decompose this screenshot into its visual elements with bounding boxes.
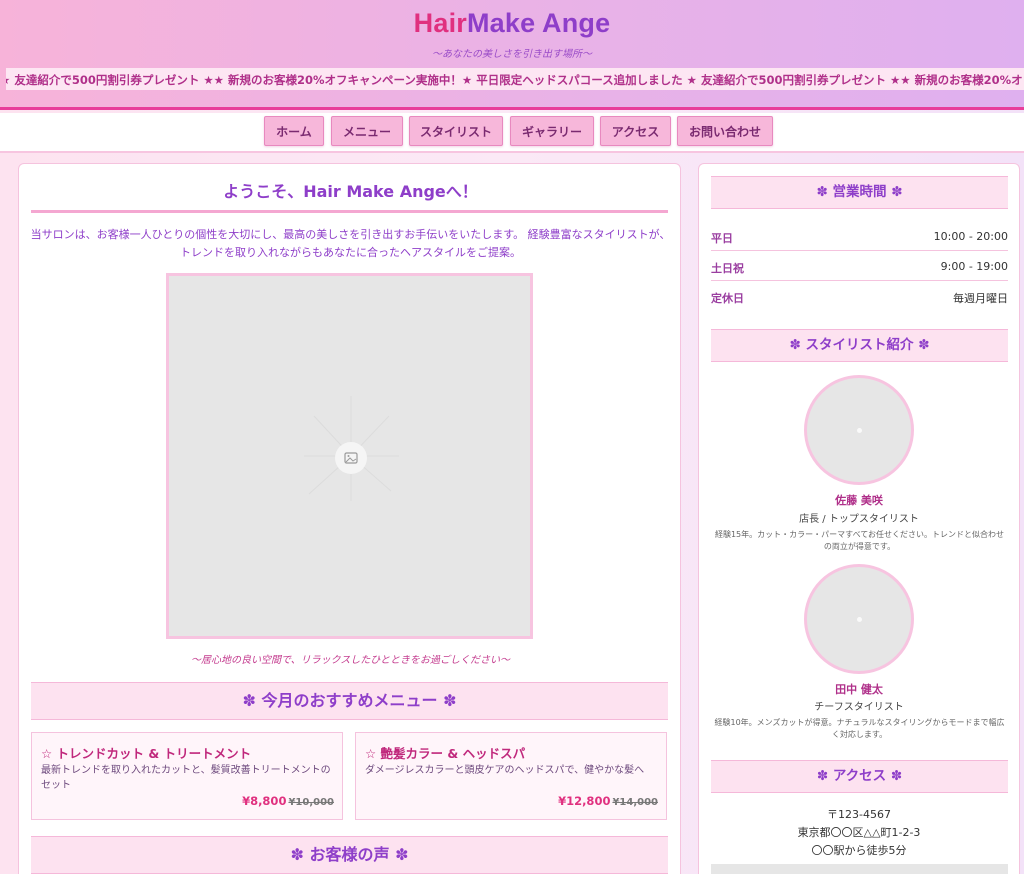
avatar-placeholder-dot [857,617,862,622]
stylist-name: 佐藤 美咲 [835,494,883,507]
postal-code: 〒123-4567 [827,808,891,821]
access-heading: ✽ アクセス ✽ [711,760,1008,793]
image-glyph [344,452,358,464]
stylist-role: チーフスタイリスト [814,702,904,713]
intro-text: 当サロンは、お客様一人ひとりの個性を大切にし、最高の美しさを引き出すお手伝いをい… [30,228,671,259]
menu-description: ダメージレスカラーと頭皮ケアのヘッドスパで、健やかな髪へ [365,765,645,776]
hours-time: 10:00 - 20:00 [933,230,1008,243]
menu-card[interactable]: ☆ トレンドカット & トリートメント 最新トレンドを取り入れたカットと、髪質改… [31,732,343,820]
address: 東京都〇〇区△△町1-2-3 [797,826,921,839]
heading-underline [31,210,668,213]
nav-home[interactable]: ホーム [264,116,324,146]
hours-day: 平日 [711,232,733,245]
current-price: ¥12,800 [558,794,611,808]
nav-contact[interactable]: お問い合わせ [677,116,773,146]
hours-day: 定休日 [711,292,744,305]
menu-title: ☆ トレンドカット & トリートメント [41,746,252,761]
image-icon [335,442,367,474]
main-nav: ホーム メニュー スタイリスト ギャラリー アクセス お問い合わせ [0,113,1024,153]
hours-day: 土日祝 [711,262,744,275]
logo-make-ange: Make Ange [466,8,611,38]
hours-time: 9:00 - 19:00 [940,260,1008,273]
tagline: 〜あなたの美しさを引き出す場所〜 [432,49,592,60]
stylist-bio: 経験15年。カット・カラー・パーマすべてお任せください。トレンドと似合わせの両立… [714,530,1005,551]
stylist-avatar[interactable] [804,375,914,485]
hours-row: 平日 10:00 - 20:00 [711,221,1008,251]
menu-card[interactable]: ☆ 艶髪カラー & ヘッドスパ ダメージレスカラーと頭皮ケアのヘッドスパで、健や… [355,732,667,820]
welcome-heading: ようこそ、Hair Make Angeへ！ [223,182,478,201]
stylist-bio: 経験10年。メンズカットが得意。ナチュラルなスタイリングからモードまで幅広く対応… [714,718,1005,739]
nav-gallery[interactable]: ギャラリー [510,116,594,146]
nav-menu[interactable]: メニュー [331,116,403,146]
site-header: HairMake Ange 〜あなたの美しさを引き出す場所〜 ★ 友達紹介で50… [0,0,1024,110]
original-price: ¥14,000 [612,797,658,808]
hours-time: 毎週月曜日 [953,292,1008,305]
stylist-heading: ✽ スタイリスト紹介 ✽ [711,329,1008,362]
recommended-menu-heading: ✽ 今月のおすすめメニュー ✽ [31,682,668,720]
menu-title: ☆ 艶髪カラー & ヘッドスパ [365,746,526,761]
current-price: ¥8,800 [242,794,287,808]
original-price: ¥10,000 [288,797,334,808]
hours-row: 土日祝 9:00 - 19:00 [711,251,1008,281]
hours-row: 定休日 毎週月曜日 [711,281,1008,311]
avatar-placeholder-dot [857,428,862,433]
salon-image-placeholder [166,273,533,639]
site-logo[interactable]: HairMake Ange [0,8,1024,39]
nav-access[interactable]: アクセス [600,116,671,146]
image-caption: 〜居心地の良い空間で、リラックスしたひとときをお過ごしください〜 [191,655,510,666]
menu-price: ¥12,800 ¥14,000 [558,794,658,808]
main-content: ようこそ、Hair Make Angeへ！ 当サロンは、お客様一人ひとりの個性を… [18,163,681,874]
sidebar: ✽ 営業時間 ✽ 平日 10:00 - 20:00 土日祝 9:00 - 19:… [698,163,1020,874]
menu-description: 最新トレンドを取り入れたカットと、髪質改善トリートメントのセット [41,765,331,791]
nav-stylist[interactable]: スタイリスト [409,116,503,146]
news-ticker: ★ 友達紹介で500円割引券プレゼント ★★ 新規のお客様20%オフキャンペーン… [6,68,1024,90]
business-hours-heading: ✽ 営業時間 ✽ [711,176,1008,209]
stylist-avatar[interactable] [804,564,914,674]
map-placeholder[interactable] [711,864,1008,874]
logo-hair: Hair [413,8,467,38]
customer-voice-heading: ✽ お客様の声 ✽ [31,836,668,874]
ticker-text: ★ 友達紹介で500円割引券プレゼント ★★ 新規のお客様20%オフキャンペーン… [6,73,1024,87]
station-directions: 〇〇駅から徒歩5分 [811,844,907,857]
menu-price: ¥8,800 ¥10,000 [242,794,334,808]
stylist-name: 田中 健太 [835,683,883,696]
stylist-role: 店長 / トップスタイリスト [799,514,919,525]
